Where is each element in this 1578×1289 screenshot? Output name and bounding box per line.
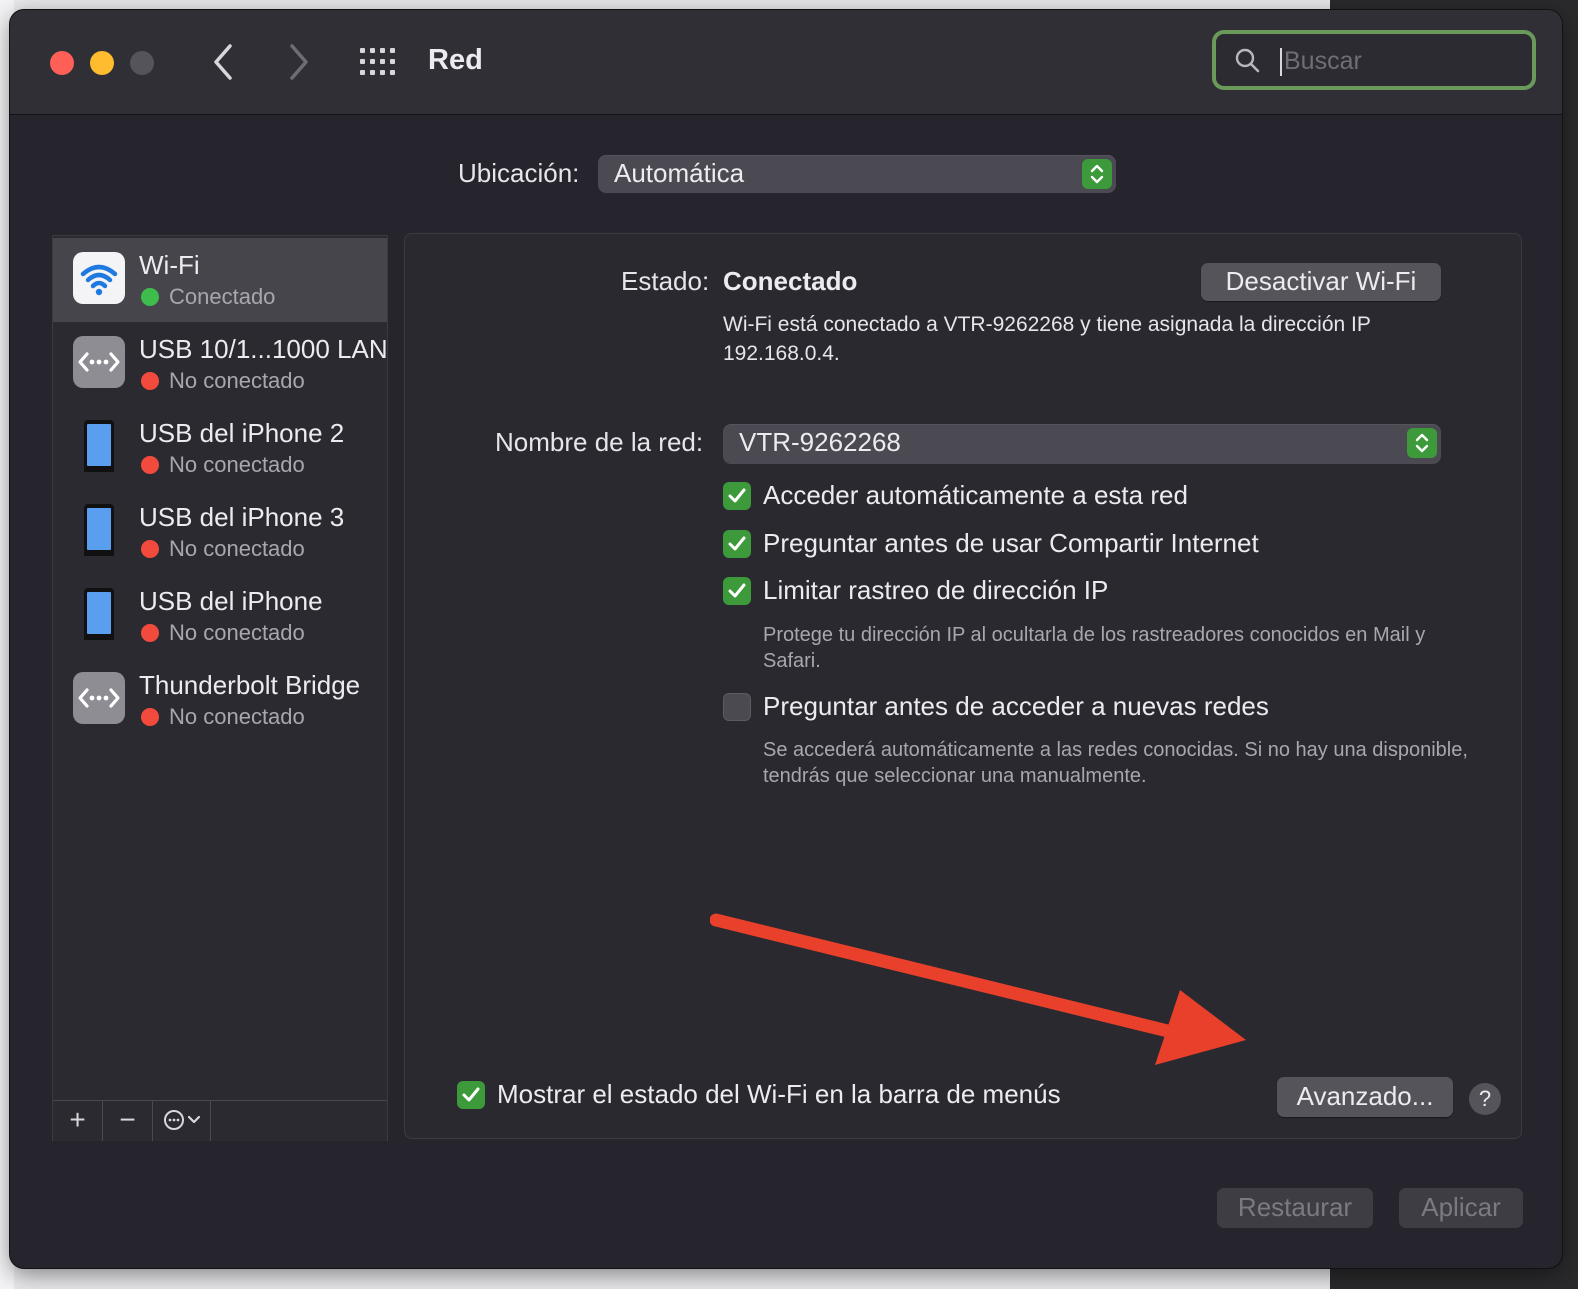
service-name: Thunderbolt Bridge	[139, 670, 361, 700]
service-item-iphone-2[interactable]: USB del iPhone 2 No conectado	[53, 406, 387, 490]
wifi-icon	[73, 252, 125, 304]
advanced-button[interactable]: Avanzado...	[1277, 1077, 1453, 1117]
service-status: No conectado	[169, 704, 305, 729]
service-item-wifi[interactable]: Wi-Fi Conectado	[53, 238, 387, 322]
deactivate-wifi-button[interactable]: Desactivar Wi-Fi	[1201, 263, 1441, 301]
service-name: Wi-Fi	[139, 250, 200, 280]
remove-service-button[interactable]: −	[103, 1101, 153, 1141]
iphone-icon	[84, 420, 114, 472]
search-icon	[1235, 48, 1260, 73]
location-value: Automática	[614, 158, 745, 188]
service-status: No conectado	[169, 452, 305, 477]
status-dot	[141, 708, 159, 726]
iphone-icon	[84, 588, 114, 640]
checkbox-label: Preguntar antes de usar Compartir Intern…	[763, 528, 1259, 558]
titlebar: Red	[10, 10, 1562, 115]
network-name-label: Nombre de la red:	[495, 427, 704, 457]
service-name: USB 10/1...1000 LAN	[139, 334, 388, 364]
search-field[interactable]	[1212, 30, 1536, 90]
add-service-button[interactable]: +	[53, 1101, 103, 1141]
service-status: No conectado	[169, 536, 305, 561]
service-item-thunderbolt-bridge[interactable]: Thunderbolt Bridge No conectado	[53, 658, 387, 742]
window-title: Red	[428, 44, 483, 76]
ip-tracking-hint: Protege tu dirección IP al ocultarla de …	[763, 624, 1426, 672]
location-popup[interactable]: Automática	[598, 155, 1116, 193]
chevron-right-icon[interactable]	[286, 40, 312, 95]
network-preferences-window: Red Ubicación: Automática Wi-Fi	[10, 10, 1562, 1268]
service-list-toolbar: + −	[53, 1100, 387, 1141]
new-networks-hint: Se accederá automáticamente a las redes …	[763, 739, 1468, 787]
service-item-usb-lan[interactable]: USB 10/1...1000 LAN No conectado	[53, 322, 388, 406]
show-all-grid-icon[interactable]	[360, 48, 398, 76]
checkbox-checked[interactable]	[723, 482, 751, 510]
annotation-arrow-icon	[710, 913, 1246, 1065]
iphone-icon	[84, 504, 114, 556]
status-dot	[141, 372, 159, 390]
location-label: Ubicación:	[458, 158, 580, 188]
close-button[interactable]	[50, 51, 74, 75]
ethernet-icon	[73, 336, 125, 388]
service-status: Conectado	[169, 284, 276, 309]
minimize-button[interactable]	[90, 51, 114, 75]
checkbox-checked[interactable]	[723, 530, 751, 558]
checkbox-label: Preguntar antes de acceder a nuevas rede…	[763, 691, 1269, 721]
status-label: Estado:	[621, 266, 710, 296]
help-button[interactable]: ?	[1469, 1083, 1501, 1115]
ellipsis-circle-icon	[163, 1110, 200, 1130]
service-item-iphone[interactable]: USB del iPhone No conectado	[53, 574, 387, 658]
restore-button[interactable]: Restaurar	[1217, 1188, 1373, 1228]
checkbox-checked[interactable]	[723, 577, 751, 605]
ethernet-icon	[73, 672, 125, 724]
status-value: Conectado	[723, 266, 858, 296]
status-description: Wi-Fi está conectado a VTR-9262268 y tie…	[723, 313, 1371, 365]
service-status: No conectado	[169, 368, 305, 393]
checkbox-unchecked[interactable]	[723, 693, 751, 721]
popup-stepper-icon	[1082, 159, 1112, 189]
service-item-iphone-3[interactable]: USB del iPhone 3 No conectado	[53, 490, 387, 574]
service-name: USB del iPhone 3	[139, 502, 345, 532]
service-status: No conectado	[169, 620, 305, 645]
service-name: USB del iPhone 2	[139, 418, 345, 448]
network-name-popup[interactable]: VTR-9262268	[723, 424, 1441, 464]
service-list: Wi-Fi Conectado USB 10/1...1000 LAN No c…	[52, 235, 388, 1141]
service-name: USB del iPhone	[139, 586, 323, 616]
chevron-left-icon[interactable]	[210, 40, 236, 95]
zoom-button	[130, 51, 154, 75]
network-name-value: VTR-9262268	[739, 427, 901, 457]
popup-stepper-icon	[1407, 428, 1437, 458]
checkbox-label: Limitar rastreo de dirección IP	[763, 575, 1109, 605]
search-input[interactable]	[1282, 42, 1526, 80]
action-menu-button[interactable]	[153, 1101, 211, 1141]
checkbox-label: Acceder automáticamente a esta red	[763, 480, 1188, 510]
status-dot	[141, 288, 159, 306]
status-dot	[141, 624, 159, 642]
status-dot	[141, 540, 159, 558]
checkbox-checked[interactable]	[457, 1081, 485, 1109]
status-dot	[141, 456, 159, 474]
apply-button[interactable]: Aplicar	[1399, 1188, 1523, 1228]
